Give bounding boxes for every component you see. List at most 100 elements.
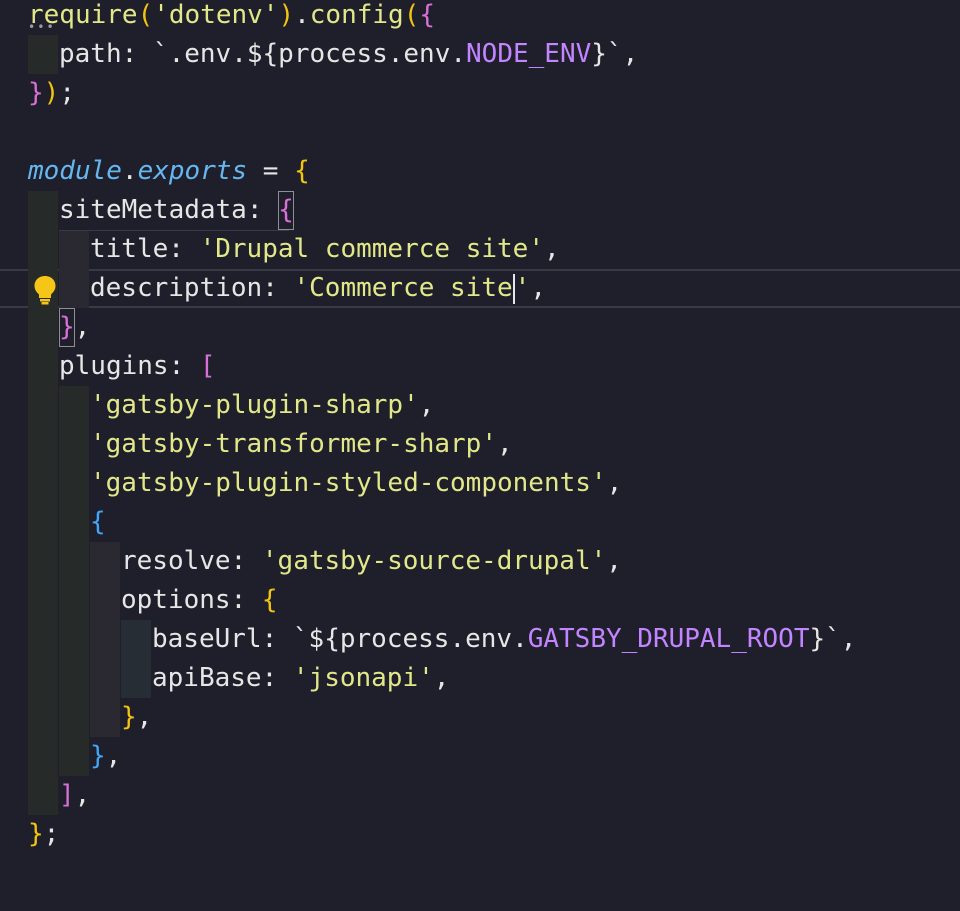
- token-bracket: ]: [59, 780, 75, 810]
- token-punct: .: [450, 39, 467, 69]
- indent-guide: [59, 581, 89, 620]
- indent-guide: [59, 386, 89, 425]
- indent-guide: [28, 35, 58, 74]
- matched-bracket: {: [278, 191, 294, 230]
- token-punct: ,: [433, 663, 450, 693]
- code-line-10[interactable]: plugins: [: [0, 347, 960, 386]
- token-bracket: }: [121, 702, 137, 732]
- code-text: title: 'Drupal commerce site',: [90, 230, 560, 269]
- code-text: apiBase: 'jsonapi',: [152, 659, 449, 698]
- token-punct: ,: [840, 624, 857, 654]
- code-text: path: `.env.${process.env.NODE_ENV}`,: [59, 35, 638, 74]
- token-punct: ,: [418, 390, 435, 420]
- token-function: config: [309, 0, 404, 30]
- token-punct: ,: [497, 429, 513, 459]
- token-constant: GATSBY_DRUPAL_ROOT: [527, 624, 810, 654]
- indent-guide: [59, 503, 89, 542]
- token-bracket: {: [90, 507, 106, 537]
- code-line-3[interactable]: });: [0, 74, 960, 113]
- lightbulb-icon[interactable]: [33, 275, 57, 305]
- code-text: },: [59, 308, 90, 347]
- token-property: description: [90, 273, 263, 303]
- token-string: 'gatsby-plugin-sharp': [90, 390, 419, 420]
- code-text: },: [90, 737, 121, 776]
- code-text: module.exports = {: [28, 152, 310, 191]
- token-punct: :: [261, 663, 293, 693]
- code-line-19[interactable]: },: [0, 698, 960, 737]
- code-text: },: [121, 698, 152, 737]
- indent-guide: [28, 386, 58, 425]
- code-text: };: [28, 815, 59, 854]
- code-text: resolve: 'gatsby-source-drupal',: [121, 542, 622, 581]
- code-line-22[interactable]: };: [0, 815, 960, 854]
- indent-guide: [90, 620, 120, 659]
- token-punct: ,: [543, 234, 560, 264]
- token-punct: :: [246, 195, 279, 225]
- indent-guide: [28, 308, 58, 347]
- code-line-18[interactable]: apiBase: 'jsonapi',: [0, 659, 960, 698]
- code-line-6[interactable]: siteMetadata: {: [0, 191, 960, 230]
- indent-guide: [28, 620, 58, 659]
- token-property: options: [121, 585, 231, 615]
- indent-guide: [90, 581, 120, 620]
- code-line-7[interactable]: title: 'Drupal commerce site',: [0, 230, 960, 269]
- code-line-8-active[interactable]: description: 'Commerce site',: [0, 269, 960, 308]
- code-text: ],: [59, 776, 90, 815]
- token-keyword: module: [28, 156, 122, 186]
- indent-guide: [28, 191, 58, 230]
- indent-guide: [59, 464, 89, 503]
- token-property: baseUrl: [152, 624, 262, 654]
- token-property: apiBase: [152, 663, 262, 693]
- indent-guide: [28, 737, 58, 776]
- code-text: 'gatsby-plugin-sharp',: [90, 386, 434, 425]
- indent-guide: [59, 542, 89, 581]
- code-line-16[interactable]: options: {: [0, 581, 960, 620]
- token-string: 'gatsby-transformer-sharp': [90, 429, 497, 459]
- token-punct: ,: [622, 39, 639, 69]
- code-line-21[interactable]: ],: [0, 776, 960, 815]
- token-punct: ;: [59, 78, 75, 108]
- token-bracket: {: [294, 156, 310, 186]
- token-property: title: [90, 234, 169, 264]
- code-line-15[interactable]: resolve: 'gatsby-source-drupal',: [0, 542, 960, 581]
- code-text: });: [28, 74, 75, 113]
- indent-guide: [28, 581, 58, 620]
- token-punct: ,: [136, 702, 153, 732]
- token-property: plugins: [59, 351, 169, 381]
- code-text: description: 'Commerce site',: [90, 269, 546, 308]
- code-line-1[interactable]: require('dotenv').config({ •••: [0, 0, 960, 35]
- code-line-4[interactable]: [0, 113, 960, 152]
- code-line-14[interactable]: {: [0, 503, 960, 542]
- code-line-5[interactable]: module.exports = {: [0, 152, 960, 191]
- token-bracket: {: [261, 585, 278, 615]
- code-line-9[interactable]: },: [0, 308, 960, 347]
- token-punct: :: [230, 546, 262, 576]
- indent-guide: [59, 698, 89, 737]
- code-text: options: {: [121, 581, 278, 620]
- indent-guide: [121, 620, 151, 659]
- code-line-11[interactable]: 'gatsby-plugin-sharp',: [0, 386, 960, 425]
- code-line-13[interactable]: 'gatsby-plugin-styled-components',: [0, 464, 960, 503]
- token-punct: ;: [43, 819, 60, 849]
- ellipsis-icon[interactable]: •••: [28, 21, 56, 33]
- code-line-17[interactable]: baseUrl: `${process.env.GATSBY_DRUPAL_RO…: [0, 620, 960, 659]
- token-bracket: {: [419, 0, 436, 30]
- token-bracket: ): [278, 0, 295, 30]
- indent-guide: [90, 698, 120, 737]
- token-string: 'gatsby-plugin-styled-components': [90, 468, 607, 498]
- token-punct: =: [247, 156, 295, 186]
- token-bracket: [: [199, 351, 216, 381]
- code-line-2[interactable]: path: `.env.${process.env.NODE_ENV}`,: [0, 35, 960, 74]
- token-property: siteMetadata: [59, 195, 247, 225]
- token-punct: ,: [74, 780, 91, 810]
- token-string: 'Commerce site: [293, 273, 513, 303]
- indent-guide: [28, 425, 58, 464]
- code-line-20[interactable]: },: [0, 737, 960, 776]
- code-editor[interactable]: require('dotenv').config({ ••• path: `.e…: [0, 0, 960, 911]
- token-template: }`: [809, 624, 841, 654]
- token-punct: .: [121, 156, 138, 186]
- token-punct: :: [261, 624, 293, 654]
- token-punct: :: [168, 351, 200, 381]
- code-line-12[interactable]: 'gatsby-transformer-sharp',: [0, 425, 960, 464]
- token-punct: ,: [606, 546, 622, 576]
